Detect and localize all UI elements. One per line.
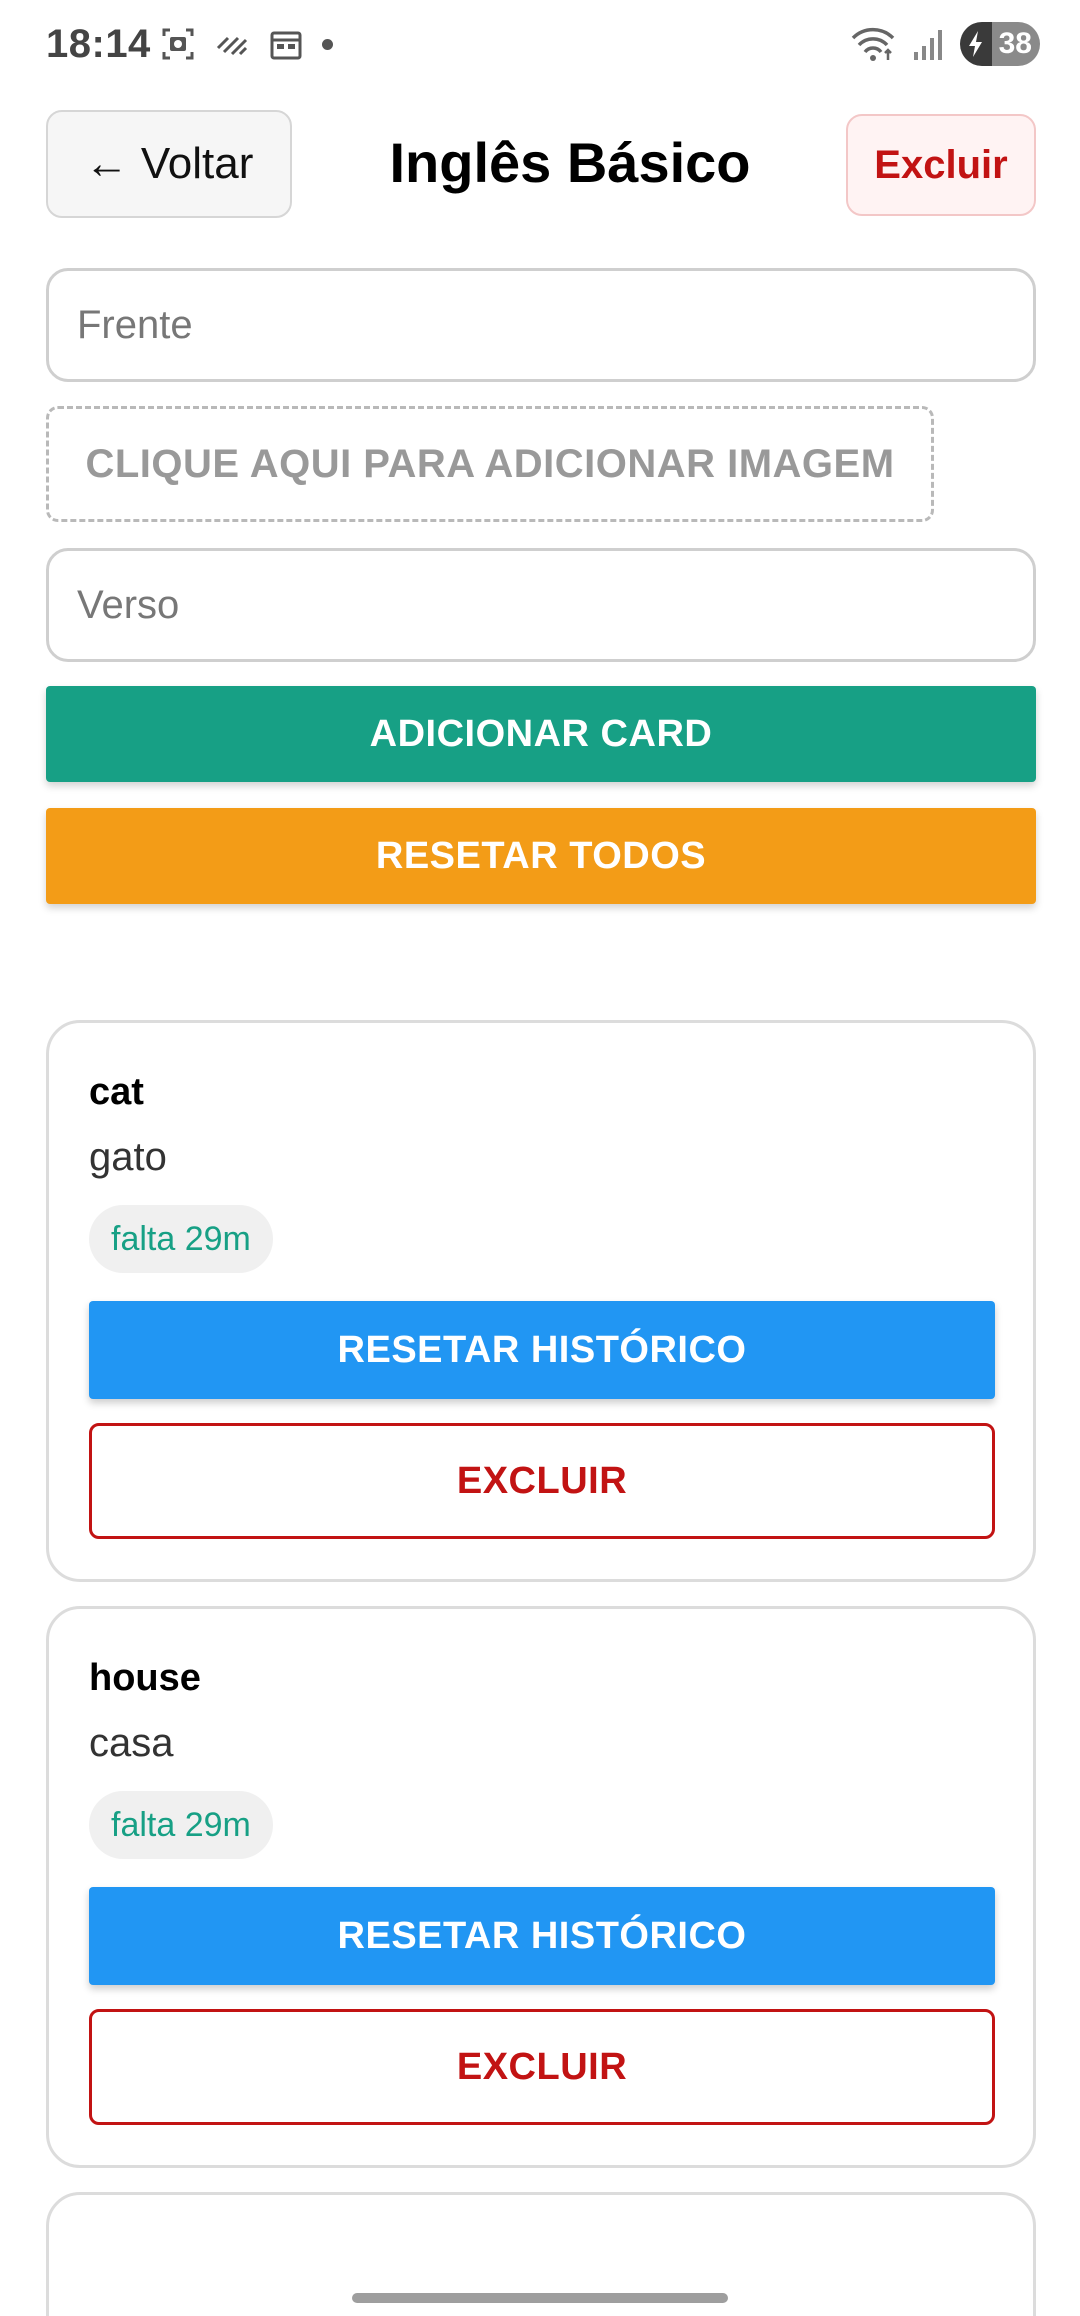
screenshot-icon	[162, 28, 194, 60]
card-back-text: gato	[89, 1135, 167, 1179]
card-back-text: casa	[89, 1721, 174, 1765]
flashcard-item: house casa falta 29m RESETAR HISTÓRICO E…	[46, 1606, 1036, 2168]
front-input[interactable]	[46, 268, 1036, 382]
page-title: Inglês Básico	[389, 131, 751, 194]
reset-history-button[interactable]: RESETAR HISTÓRICO	[89, 1887, 995, 1985]
due-time-badge: falta 29m	[89, 1791, 273, 1859]
more-notifications-dot	[322, 38, 333, 50]
signal-icon	[914, 30, 942, 60]
system-icons: 38	[850, 22, 1040, 66]
delete-card-button[interactable]: EXCLUIR	[89, 2009, 995, 2125]
battery-indicator: 38	[960, 22, 1040, 66]
add-card-button[interactable]: ADICIONAR CARD	[46, 686, 1036, 782]
wifi-icon	[851, 27, 895, 61]
reset-all-button[interactable]: RESETAR TODOS	[46, 808, 1036, 904]
card-front-text: cat	[89, 1071, 144, 1113]
delete-card-button[interactable]: EXCLUIR	[89, 1423, 995, 1539]
status-bar: 18:14 38	[0, 0, 1080, 96]
sync-icon	[216, 36, 248, 56]
calendar-icon	[270, 31, 302, 60]
card-front-text: house	[89, 1657, 201, 1699]
status-time: 18:14	[46, 22, 151, 66]
deck-editor-screen: 18:14 38 ← Voltar Inglês Básico Excluir …	[0, 0, 1080, 2316]
reset-history-button[interactable]: RESETAR HISTÓRICO	[89, 1301, 995, 1399]
battery-level: 38	[998, 27, 1032, 60]
charging-icon	[960, 22, 992, 66]
add-image-dropzone[interactable]: CLIQUE AQUI PARA ADICIONAR IMAGEM	[46, 406, 934, 522]
notification-icons	[160, 26, 333, 62]
back-input[interactable]	[46, 548, 1036, 662]
home-indicator[interactable]	[352, 2293, 728, 2303]
due-time-badge: falta 29m	[89, 1205, 273, 1273]
delete-deck-button[interactable]: Excluir	[846, 114, 1036, 216]
back-button[interactable]: ← Voltar	[46, 110, 292, 218]
flashcard-item: cat gato falta 29m RESETAR HISTÓRICO EXC…	[46, 1020, 1036, 1582]
